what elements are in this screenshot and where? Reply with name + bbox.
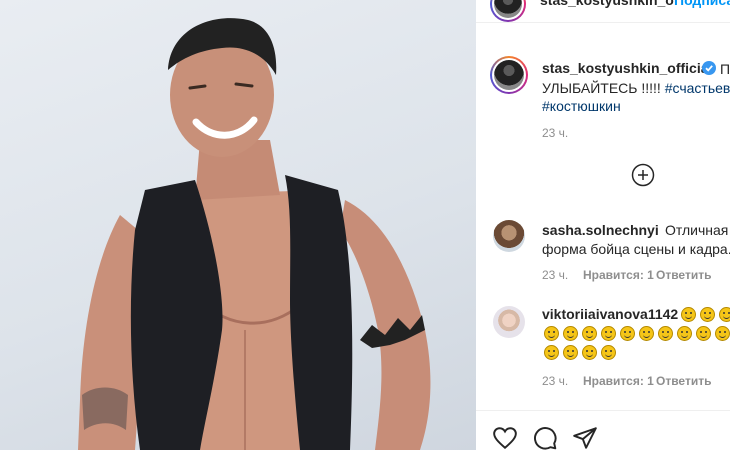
reply-button[interactable]: Ответить xyxy=(656,374,711,388)
comment-time: 23 ч. xyxy=(542,268,569,282)
header-avatar[interactable] xyxy=(490,0,526,22)
load-more-icon[interactable] xyxy=(631,163,655,187)
comment-text: Отличная xyxy=(665,222,729,238)
follow-button[interactable]: Подписа xyxy=(674,0,730,8)
caption-line-2: УЛЫБАЙТЕСЬ !!!!! #счастьевсе xyxy=(542,80,730,98)
commenter-avatar[interactable] xyxy=(493,306,525,338)
verified-icon xyxy=(702,61,716,75)
comment-username[interactable]: viktoriiaivanova1142 xyxy=(542,306,678,322)
comment-username[interactable]: sasha.solnechnyi xyxy=(542,222,659,238)
comment-icon[interactable] xyxy=(532,425,558,450)
comment-likes[interactable]: Нравится: 1 xyxy=(583,374,654,388)
post-photo[interactable] xyxy=(0,0,476,450)
caption-text: УЛЫБАЙТЕСЬ !!!!! xyxy=(542,80,665,96)
reply-button[interactable]: Ответить xyxy=(656,268,711,282)
emoji-row xyxy=(544,325,730,343)
actions-divider xyxy=(476,410,730,411)
header-username[interactable]: stas_kostyushkin_o xyxy=(540,0,674,8)
caption-time: 23 ч. xyxy=(542,126,569,140)
heart-icon[interactable] xyxy=(492,425,518,450)
post-side-panel: stas_kostyushkin_o Подписа stas_kostyush… xyxy=(476,0,730,450)
comment-text: форма бойца сцены и кадра. xyxy=(542,241,730,257)
comment-time: 23 ч. xyxy=(542,374,569,388)
emoji-row xyxy=(681,306,730,324)
author-username[interactable]: stas_kostyushkin_official xyxy=(542,60,712,76)
hashtag-link[interactable]: #костюшкин xyxy=(542,98,621,114)
comment-likes[interactable]: Нравится: 1 xyxy=(583,268,654,282)
author-avatar[interactable] xyxy=(490,56,528,94)
hashtag-link[interactable]: #счастьевсе xyxy=(665,80,730,96)
commenter-avatar[interactable] xyxy=(493,220,525,252)
emoji-row xyxy=(544,344,620,362)
header-divider xyxy=(476,22,730,23)
man-in-vest-image xyxy=(78,18,431,450)
share-icon[interactable] xyxy=(572,425,598,450)
caption-text-start: ПР xyxy=(720,61,730,77)
